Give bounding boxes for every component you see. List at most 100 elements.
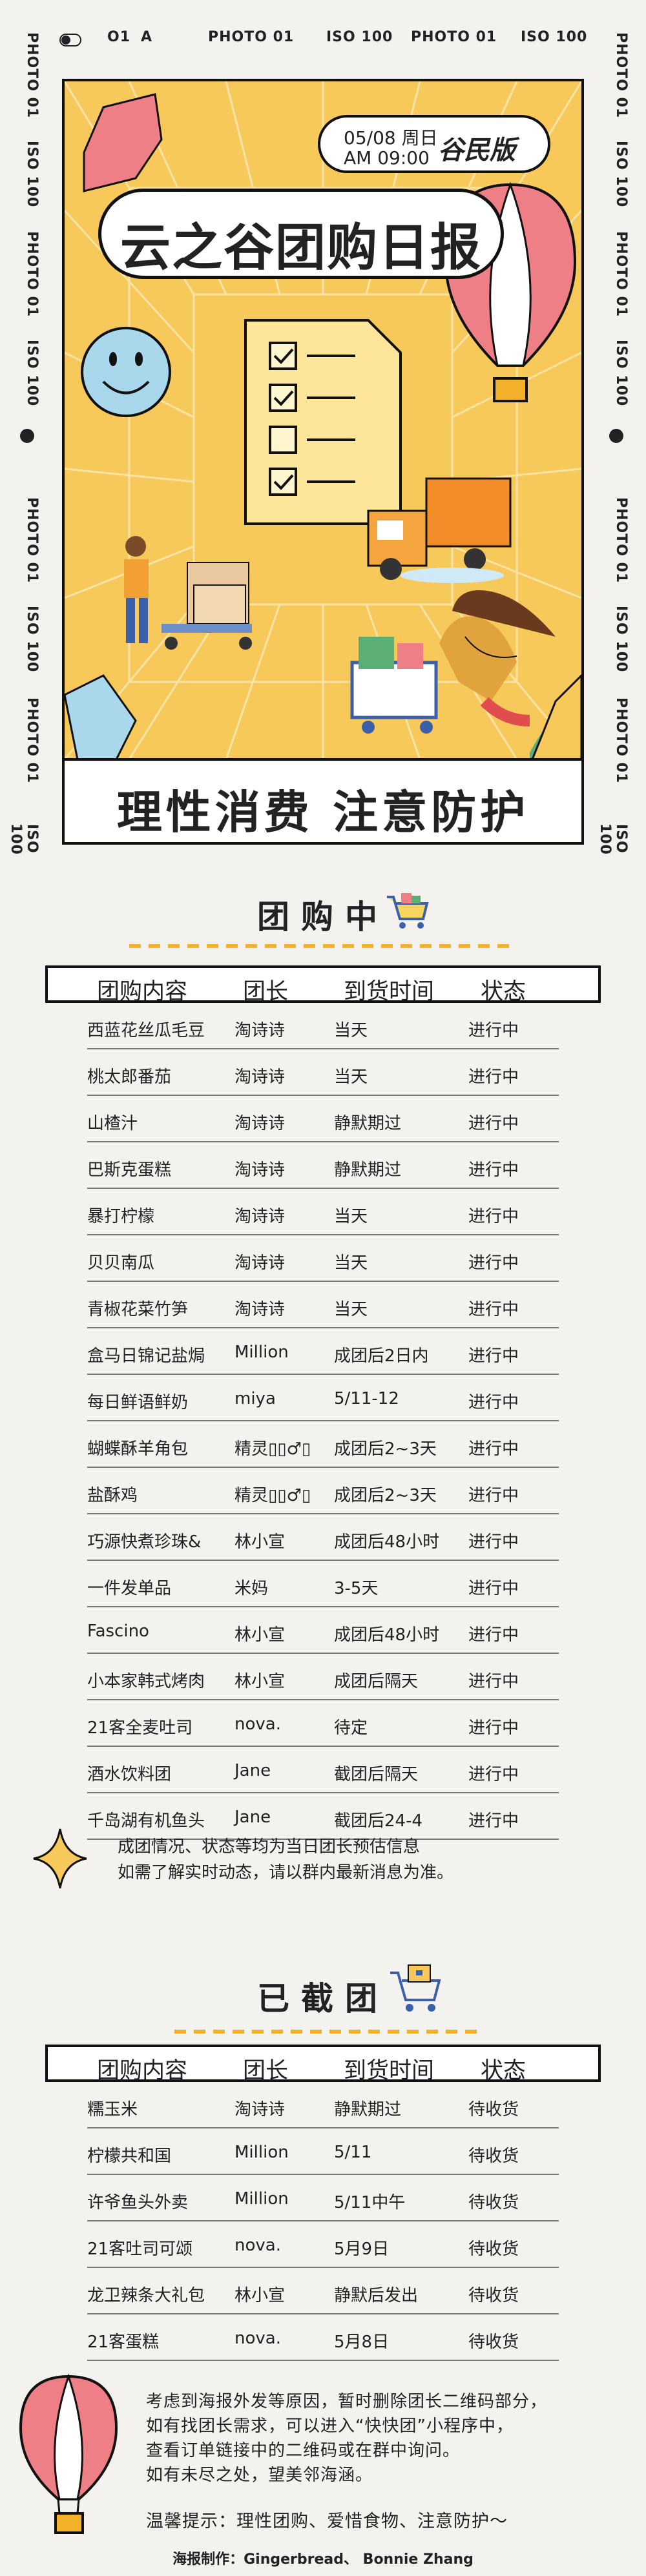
film-strip-top: O1 A PHOTO 01 ISO 100 PHOTO 01 ISO 100 (0, 0, 646, 77)
table-cell: 糯玉米 (87, 2100, 138, 2119)
table-cell: 进行中 (468, 1811, 519, 1831)
table-cell: 待收货 (468, 2286, 519, 2305)
date-bubble: 05/08 周日 AM 09:00 谷民版 (318, 115, 550, 173)
table-cell: 进行中 (468, 1160, 519, 1180)
film-strip-left: PHOTO 01 ISO 100 PHOTO 01 ISO 100 PHOTO … (8, 32, 40, 872)
strip-label: ISO 100 (8, 823, 40, 855)
table-row: 千岛湖有机鱼头 Jane 截团后24-4 进行中 (87, 1793, 559, 1840)
hero-edition: 谷民版 (438, 136, 516, 165)
notice-line: 查看订单链接中的二维码或在群中询问。 (146, 2441, 461, 2460)
table-cell: 淘诗诗 (234, 1253, 286, 1273)
table-header: 团购内容 团长 到货时间 状态 (45, 2045, 601, 2084)
strip-label: PHOTO 01 (24, 497, 40, 584)
table-cell: 淘诗诗 (234, 1114, 286, 1133)
film-dot-icon (20, 429, 34, 443)
table-row: 酒水饮料团 Jane 截团后隔天 进行中 (87, 1747, 559, 1793)
table-row: 巧源快煮珍珠& 林小宣 成团后48小时 进行中 (87, 1514, 559, 1561)
table-cell: 5/11 (334, 2143, 372, 2162)
footer-tip: 温馨提示：理性团购、爱惜食物、注意防护～ (146, 2511, 508, 2531)
table-cell: 待收货 (468, 2333, 519, 2352)
table-cell: 桃太郎番茄 (87, 1067, 172, 1087)
header-cell: 团购内容 (97, 979, 188, 1005)
table-cell: 成团后48小时 (334, 1532, 440, 1552)
table-cell: 进行中 (468, 1393, 519, 1412)
table-cell: 21客全麦吐司 (87, 1718, 193, 1738)
table-row: 西蓝花丝瓜毛豆 淘诗诗 当天 进行中 (87, 1003, 559, 1049)
table-cell: 蝴蝶酥羊角包 (87, 1439, 189, 1459)
table-cell: 静默后发出 (334, 2286, 419, 2305)
table-cell: 进行中 (468, 1625, 519, 1645)
table-cell: 精灵▯▯♂▯ (234, 1439, 311, 1459)
header-cell: 状态 (481, 979, 526, 1005)
table-row: 青椒花菜竹笋 淘诗诗 当天 进行中 (87, 1282, 559, 1328)
table-cell: 精灵▯▯♂▯ (234, 1486, 311, 1505)
strip-label: ISO 100 (521, 29, 588, 45)
table-cell: 静默期过 (334, 1160, 402, 1180)
table-row: 21客全麦吐司 nova. 待定 进行中 (87, 1700, 559, 1747)
table-cell: 进行中 (468, 1253, 519, 1273)
table-cell: nova. (234, 2236, 281, 2255)
table-cell: 淘诗诗 (234, 2100, 286, 2119)
checklist-icon (244, 319, 402, 525)
table-cell: 待收货 (468, 2193, 519, 2212)
hero-poster: 05/08 周日 AM 09:00 谷民版 云之谷团购日报 理性消费 注意防护 (62, 79, 584, 845)
section-title-text: 团购中 (257, 898, 389, 936)
table-cell: 当天 (334, 1067, 368, 1087)
table-cell: 林小宣 (234, 1672, 286, 1691)
table-cell: Million (234, 2189, 289, 2209)
table-cell: 当天 (334, 1253, 368, 1273)
table-cell: 龙卫辣条大礼包 (87, 2286, 205, 2305)
sparkle-star-icon (33, 1828, 87, 1889)
notice-line: 如有未尽之处，望美邻海涵。 (146, 2466, 373, 2485)
strip-label: PHOTO 01 (613, 32, 629, 119)
table-cell: 酒水饮料团 (87, 1765, 172, 1784)
table-row: 龙卫辣条大礼包 林小宣 静默后发出 待收货 (87, 2268, 559, 2314)
table-row: 柠檬共和国 Million 5/11 待收货 (87, 2128, 559, 2175)
table-cell: 一件发单品 (87, 1579, 172, 1598)
table-cell: 淘诗诗 (234, 1300, 286, 1319)
strip-label: PHOTO 01 (613, 697, 629, 784)
note-line: 如需了解实时动态，请以群内最新消息为准。 (118, 1863, 454, 1882)
table-cell: 进行中 (468, 1532, 519, 1552)
header-cell: 团长 (243, 2058, 289, 2084)
header-cell: 团长 (243, 979, 289, 1005)
table-cell: 淘诗诗 (234, 1067, 286, 1087)
strip-label: ISO 100 (597, 823, 629, 855)
table-cell: nova. (234, 2329, 281, 2348)
table-cell: 进行中 (468, 1114, 519, 1133)
page-title: 云之谷团购日报 (120, 219, 482, 277)
table-cell: Fascino (87, 1622, 149, 1641)
table-cell: 进行中 (468, 1207, 519, 1226)
table-cell: 进行中 (468, 1579, 519, 1598)
closed-table: 团购内容 团长 到货时间 状态 糯玉米 淘诗诗 静默期过 待收货 柠檬共和国 Millio… (45, 2045, 601, 2361)
table-cell: 巴斯克蛋糕 (87, 1160, 172, 1180)
shopping-cart-icon (387, 893, 429, 929)
table-cell: 21客蛋糕 (87, 2333, 160, 2352)
table-cell: 当天 (334, 1207, 368, 1226)
strip-label: ISO 100 (613, 141, 629, 208)
table-cell: 截团后24-4 (334, 1811, 423, 1831)
strip-code: O1 (107, 29, 131, 45)
strip-label: PHOTO 01 (613, 231, 629, 318)
table-cell: 静默期过 (334, 1114, 402, 1133)
table-row: 桃太郎番茄 淘诗诗 当天 进行中 (87, 1049, 559, 1096)
table-row: 蝴蝶酥羊角包 精灵▯▯♂▯ 成团后2~3天 进行中 (87, 1421, 559, 1468)
table-row: 盒马日锦记盐焗 Million 成团后2日内 进行中 (87, 1328, 559, 1375)
table-cell: 待定 (334, 1718, 368, 1738)
ongoing-table: 团购内容 团长 到货时间 状态 西蓝花丝瓜毛豆 淘诗诗 当天 进行中 桃太郎番茄 淘诗诗当… (45, 965, 601, 1840)
table-row: 巴斯克蛋糕 淘诗诗 静默期过 进行中 (87, 1142, 559, 1189)
table-cell: 每日鲜语鲜奶 (87, 1393, 189, 1412)
ribbon-shape (83, 93, 163, 192)
table-cell: 21客吐司可颂 (87, 2240, 193, 2259)
table-cell: Jane (234, 1808, 271, 1827)
table-row: Fascino 林小宣 成团后48小时 进行中 (87, 1607, 559, 1654)
table-cell: 西蓝花丝瓜毛豆 (87, 1021, 205, 1040)
table-cell: 进行中 (468, 1300, 519, 1319)
table-cell: 柠檬共和国 (87, 2147, 172, 2166)
table-cell: 进行中 (468, 1765, 519, 1784)
slogan-band: 理性消费 注意防护 (65, 758, 581, 842)
strip-label: ISO 100 (24, 606, 40, 673)
table-cell: 5月8日 (334, 2333, 390, 2352)
table-cell: 林小宣 (234, 1532, 286, 1552)
hero-slogan: 理性消费 注意防护 (116, 786, 530, 839)
